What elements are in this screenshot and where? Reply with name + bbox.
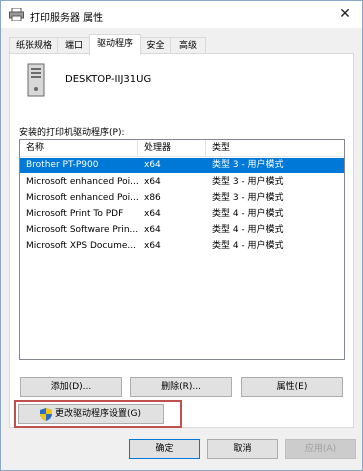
computer-tower-icon: [27, 63, 45, 97]
driver-name: Microsoft XPS Docume...: [26, 241, 136, 251]
column-header-name[interactable]: 名称: [20, 140, 138, 156]
column-header-type[interactable]: 类型: [206, 140, 344, 156]
driver-type: 类型 3 - 用户模式: [212, 177, 284, 187]
list-item[interactable]: Microsoft Print To PDF x64 类型 4 - 用户模式: [20, 207, 344, 222]
tab-security[interactable]: 安全: [139, 37, 172, 54]
tab-ports[interactable]: 端口: [57, 37, 91, 54]
driver-processor: x64: [144, 160, 161, 170]
driver-name: Microsoft enhanced Poi...: [26, 193, 138, 203]
close-button[interactable]: ✕: [330, 3, 360, 25]
driver-type: 类型 4 - 用户模式: [212, 225, 284, 235]
driver-type: 类型 3 - 用户模式: [212, 193, 284, 203]
column-header-processor[interactable]: 处理器: [138, 140, 206, 156]
ok-button[interactable]: 确定: [129, 439, 200, 459]
list-item[interactable]: Microsoft Software Prin... x64 类型 4 - 用户…: [20, 223, 344, 238]
driver-name: Brother PT-P900: [26, 160, 99, 170]
driver-name: Microsoft Software Prin...: [26, 225, 138, 235]
tab-advanced[interactable]: 高级: [170, 37, 206, 54]
tab-paper-sizes[interactable]: 纸张规格: [9, 37, 59, 54]
list-item[interactable]: Brother PT-P900 x64 类型 3 - 用户模式: [20, 158, 344, 173]
remove-driver-button[interactable]: 删除(R)...: [130, 377, 232, 397]
driver-processor: x64: [144, 177, 161, 187]
driver-type: 类型 4 - 用户模式: [212, 241, 284, 251]
list-item[interactable]: Microsoft XPS Docume... x64 类型 4 - 用户模式: [20, 239, 344, 254]
driver-properties-button[interactable]: 属性(E): [241, 377, 343, 397]
list-header: 名称 处理器 类型: [20, 140, 344, 157]
driver-processor: x86: [144, 193, 161, 203]
list-item[interactable]: Microsoft enhanced Poi... x86 类型 3 - 用户模…: [20, 191, 344, 206]
apply-button[interactable]: 应用(A): [285, 439, 356, 459]
window-title: 打印服务器 属性: [30, 13, 104, 24]
title-bar[interactable]: 打印服务器 属性 ✕: [1, 1, 362, 28]
list-item[interactable]: Microsoft enhanced Poi... x64 类型 3 - 用户模…: [20, 175, 344, 190]
drivers-list[interactable]: 名称 处理器 类型 Brother PT-P900 x64 类型 3 - 用户模…: [19, 139, 345, 360]
driver-name: Microsoft enhanced Poi...: [26, 177, 138, 187]
driver-name: Microsoft Print To PDF: [26, 209, 124, 219]
driver-processor: x64: [144, 241, 161, 251]
installed-drivers-label: 安装的打印机驱动程序(P):: [19, 128, 125, 138]
server-name: DESKTOP-IIJ31UG: [65, 74, 152, 85]
tab-drivers[interactable]: 驱动程序: [89, 34, 141, 55]
driver-processor: x64: [144, 209, 161, 219]
close-icon: ✕: [339, 6, 351, 22]
add-driver-button[interactable]: 添加(D)...: [20, 377, 122, 397]
cancel-button[interactable]: 取消: [207, 439, 278, 459]
highlight-annotation: [14, 400, 182, 428]
driver-type: 类型 4 - 用户模式: [212, 209, 284, 219]
driver-processor: x64: [144, 225, 161, 235]
driver-type: 类型 3 - 用户模式: [212, 160, 284, 170]
print-server-properties-window: 打印服务器 属性 ✕ 纸张规格 端口 驱动程序 安全 高级 DESKTOP-II…: [0, 0, 363, 471]
printer-icon: [9, 8, 24, 21]
